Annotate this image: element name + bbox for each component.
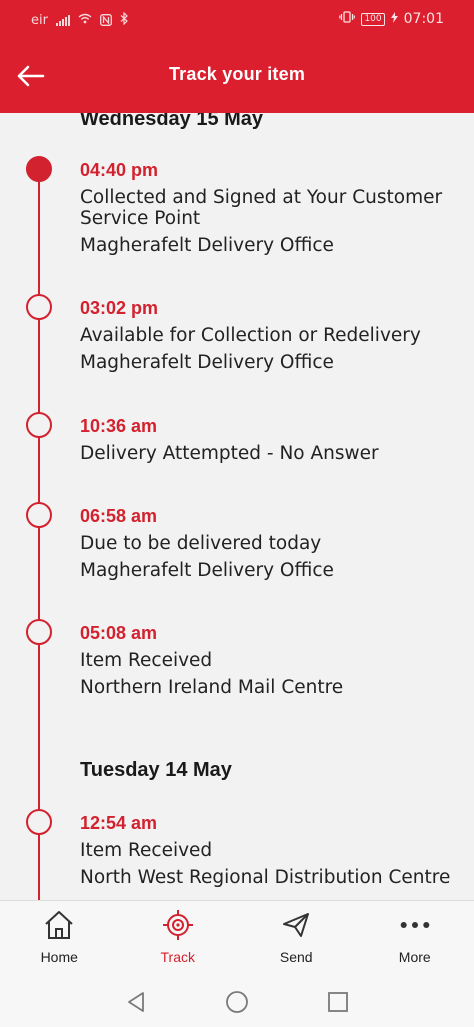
nav-send[interactable]: Send xyxy=(237,901,356,975)
event-time: 10:36 am xyxy=(80,416,158,436)
nav-more[interactable]: More xyxy=(356,901,474,975)
event-status: Item Received xyxy=(80,840,213,861)
status-bar: eir 100 07:01 xyxy=(0,0,474,38)
clock: 07:01 xyxy=(403,11,444,27)
back-triangle-icon xyxy=(124,992,150,1019)
tracking-event: 03:02 pm Available for Collection or Red… xyxy=(80,296,458,373)
timeline-dot-current xyxy=(26,156,52,182)
nav-more-label: More xyxy=(398,949,431,965)
system-home-button[interactable] xyxy=(224,989,250,1015)
system-back-button[interactable] xyxy=(124,989,150,1015)
wifi-icon xyxy=(78,13,92,28)
timeline-dot xyxy=(26,294,52,320)
event-status: Due to be delivered today xyxy=(80,533,322,554)
timeline-dot xyxy=(26,412,52,438)
target-icon xyxy=(162,909,194,941)
event-time: 04:40 pm xyxy=(80,160,159,180)
status-right: 100 07:01 xyxy=(339,11,444,27)
timeline-dot xyxy=(26,502,52,528)
event-location: Magherafelt Delivery Office xyxy=(80,352,334,373)
date-heading: Wednesday 15 May xyxy=(80,113,264,130)
nav-home[interactable]: Home xyxy=(0,901,119,975)
signal-icon xyxy=(55,15,70,26)
event-location: Magherafelt Delivery Office xyxy=(80,560,334,581)
event-status: Item Received xyxy=(80,650,213,671)
event-location: Magherafelt Delivery Office xyxy=(80,235,334,256)
tracking-timeline[interactable]: Wednesday 15 May 04:40 pm Collected and … xyxy=(0,113,474,900)
recents-square-icon xyxy=(325,992,351,1019)
nav-track-label: Track xyxy=(160,949,195,965)
status-left: eir xyxy=(31,11,129,29)
battery-icon: 100 xyxy=(361,12,385,26)
event-time: 05:08 am xyxy=(80,623,158,643)
bottom-navigation: Home Track Send More xyxy=(0,900,474,975)
home-circle-icon xyxy=(224,991,250,1019)
event-status: Available for Collection or Redelivery xyxy=(80,325,421,346)
event-location: Northern Ireland Mail Centre xyxy=(80,677,344,698)
tracking-event: 06:58 am Due to be delivered today Maghe… xyxy=(80,504,458,581)
event-location: North West Regional Distribution Centre xyxy=(80,867,451,888)
event-status: Collected and Signed at Your Customer Se… xyxy=(80,187,443,229)
nav-home-label: Home xyxy=(40,949,78,965)
bluetooth-icon xyxy=(120,11,129,29)
timeline-line xyxy=(38,173,40,900)
date-heading: Tuesday 14 May xyxy=(80,759,232,781)
more-dots-icon xyxy=(399,909,431,941)
vibrate-icon xyxy=(339,11,356,27)
event-time: 06:58 am xyxy=(80,506,158,526)
event-time: 12:54 am xyxy=(80,813,158,833)
tracking-event: 04:40 pm Collected and Signed at Your Cu… xyxy=(80,158,458,256)
event-time: 03:02 pm xyxy=(80,298,159,318)
carrier-label: eir xyxy=(31,13,48,28)
timeline-dot xyxy=(26,619,52,645)
app-header: Track your item xyxy=(0,38,474,113)
nav-send-label: Send xyxy=(279,949,313,965)
tracking-event: 12:54 am Item Received North West Region… xyxy=(80,811,458,888)
system-navigation-bar xyxy=(0,975,474,1027)
tracking-event: 05:08 am Item Received Northern Ireland … xyxy=(80,621,458,698)
event-status: Delivery Attempted - No Answer xyxy=(80,443,379,464)
tracking-event: 10:36 am Delivery Attempted - No Answer xyxy=(80,414,458,464)
nfc-icon xyxy=(100,13,112,28)
charging-icon xyxy=(390,11,398,27)
home-icon xyxy=(43,909,75,941)
timeline-dot xyxy=(26,809,52,835)
page-title: Track your item xyxy=(168,64,306,84)
nav-track[interactable]: Track xyxy=(119,901,238,975)
system-recents-button[interactable] xyxy=(325,989,351,1015)
paper-plane-icon xyxy=(280,909,312,941)
